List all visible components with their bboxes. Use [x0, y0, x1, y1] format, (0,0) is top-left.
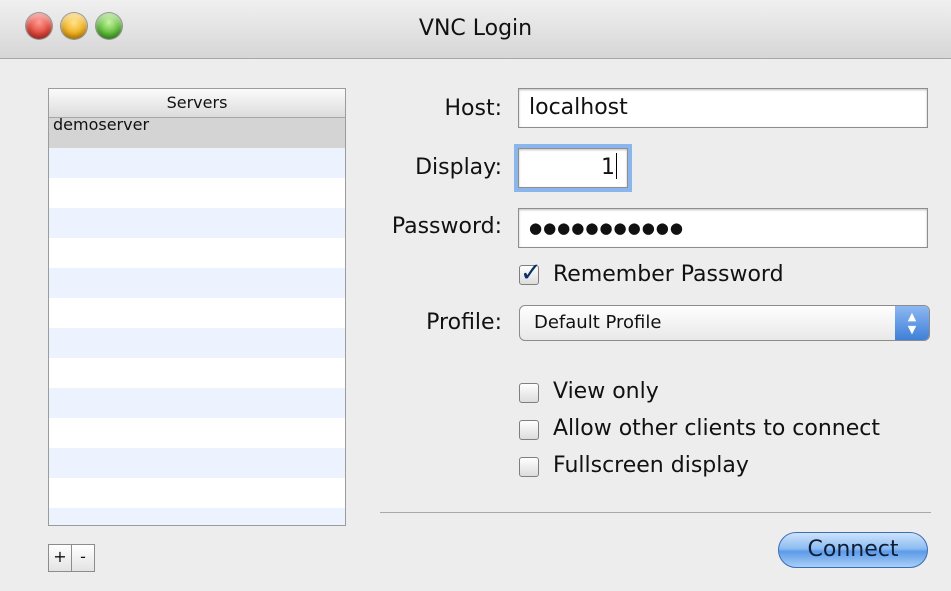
server-row-empty[interactable]	[49, 418, 345, 448]
remember-password-checkbox[interactable]: ✓	[519, 258, 542, 288]
profile-popup[interactable]: Default Profile ▲ ▼	[519, 305, 930, 341]
server-row-empty[interactable]	[49, 328, 345, 358]
title-bar[interactable]: VNC Login	[0, 0, 951, 59]
server-row-demoserver[interactable]: demoserver	[49, 117, 345, 148]
add-server-button[interactable]: +	[48, 544, 72, 572]
profile-label: Profile:	[426, 310, 502, 335]
up-down-arrows-icon: ▲ ▼	[895, 306, 929, 340]
text-cursor	[616, 153, 617, 179]
profile-selected-value: Default Profile	[534, 312, 662, 333]
host-label: Host:	[444, 96, 502, 121]
server-row-empty[interactable]	[49, 508, 345, 525]
connect-button[interactable]: Connect	[778, 532, 928, 568]
remove-server-button[interactable]: -	[72, 544, 95, 572]
server-row-empty[interactable]	[49, 178, 345, 208]
server-row-empty[interactable]	[49, 238, 345, 268]
view-only-checkbox[interactable]	[519, 383, 539, 403]
vnc-login-window: VNC Login Servers demoserver + - Host: l…	[0, 0, 951, 591]
fullscreen-display-label: Fullscreen display	[553, 453, 749, 478]
allow-other-clients-checkbox[interactable]	[519, 420, 539, 440]
display-label: Display:	[415, 155, 502, 180]
server-rows: demoserver	[49, 117, 345, 525]
checkmark-icon: ✓	[520, 258, 542, 288]
server-row-empty[interactable]	[49, 478, 345, 508]
server-row-empty[interactable]	[49, 298, 345, 328]
host-field[interactable]: localhost	[518, 88, 928, 128]
view-only-label: View only	[553, 379, 659, 404]
divider	[380, 512, 931, 513]
server-row-empty[interactable]	[49, 448, 345, 478]
fullscreen-display-checkbox[interactable]	[519, 457, 539, 477]
password-field[interactable]: ●●●●●●●●●●●	[518, 208, 928, 248]
server-row-empty[interactable]	[49, 208, 345, 238]
server-list-buttons: + -	[48, 544, 95, 572]
password-label: Password:	[391, 214, 502, 239]
window-title: VNC Login	[418, 16, 533, 41]
server-row-empty[interactable]	[49, 388, 345, 418]
display-field[interactable]: 1	[518, 148, 628, 188]
servers-list: Servers demoserver	[48, 88, 346, 526]
remember-password-label: Remember Password	[553, 262, 784, 287]
display-value: 1	[601, 155, 615, 180]
server-row-empty[interactable]	[49, 148, 345, 178]
server-row-empty[interactable]	[49, 268, 345, 298]
server-row-empty[interactable]	[49, 358, 345, 388]
servers-column-header[interactable]: Servers	[49, 89, 345, 118]
allow-other-clients-label: Allow other clients to connect	[553, 416, 880, 441]
